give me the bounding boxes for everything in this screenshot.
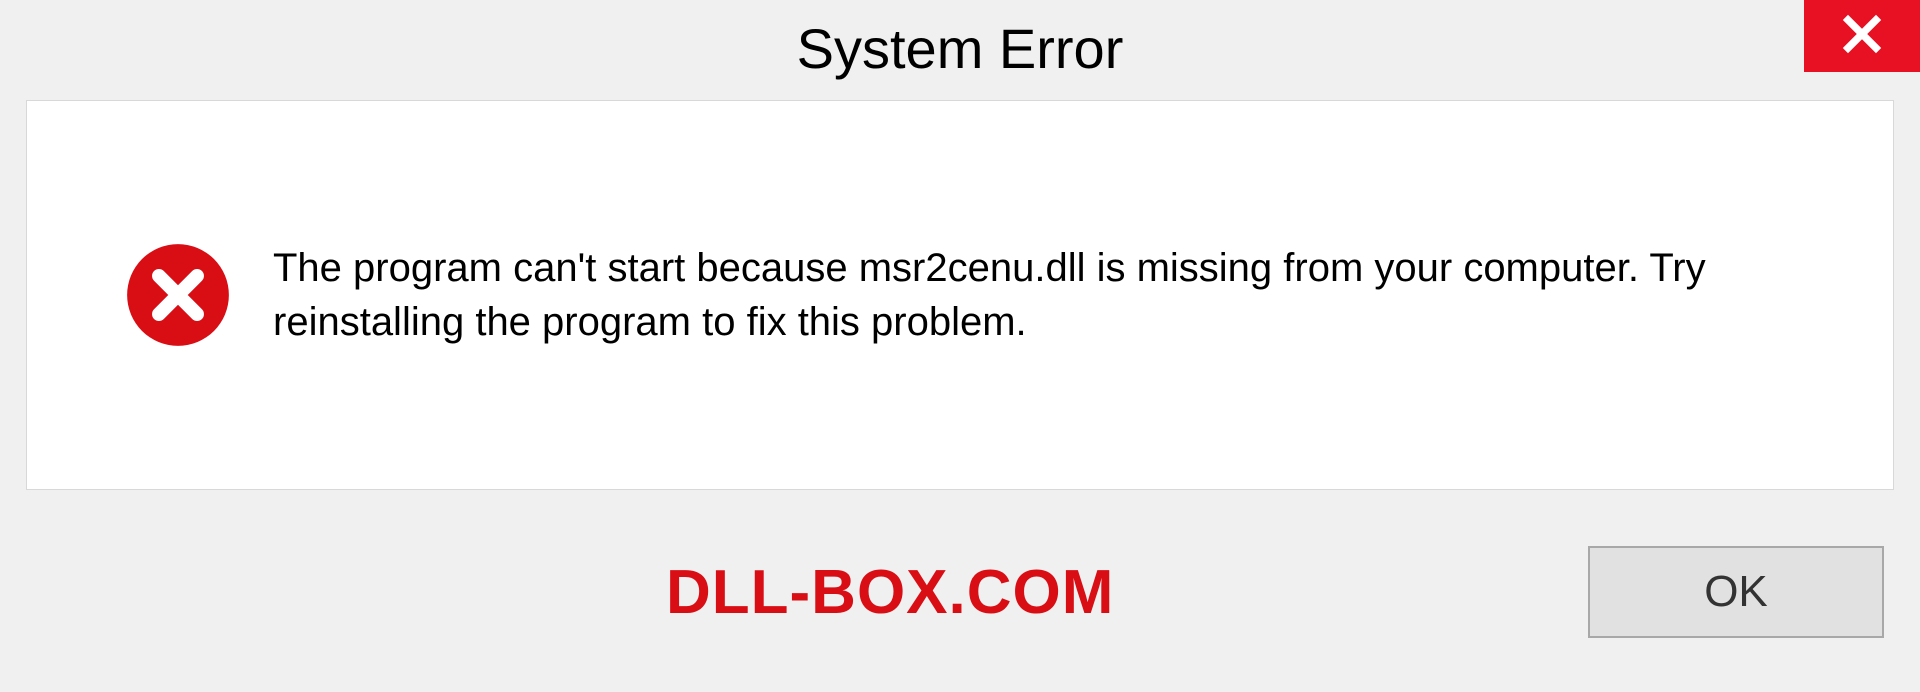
dialog-footer: DLL-BOX.COM OK [26,512,1894,672]
titlebar: System Error [0,0,1920,96]
ok-button[interactable]: OK [1588,546,1884,638]
close-button[interactable] [1804,0,1920,72]
watermark-text: DLL-BOX.COM [666,557,1114,628]
dialog-content: The program can't start because msr2cenu… [26,100,1894,490]
error-message: The program can't start because msr2cenu… [273,241,1833,349]
close-icon [1841,13,1883,60]
ok-button-label: OK [1704,567,1768,617]
error-icon [125,242,231,348]
dialog-title: System Error [797,16,1124,81]
